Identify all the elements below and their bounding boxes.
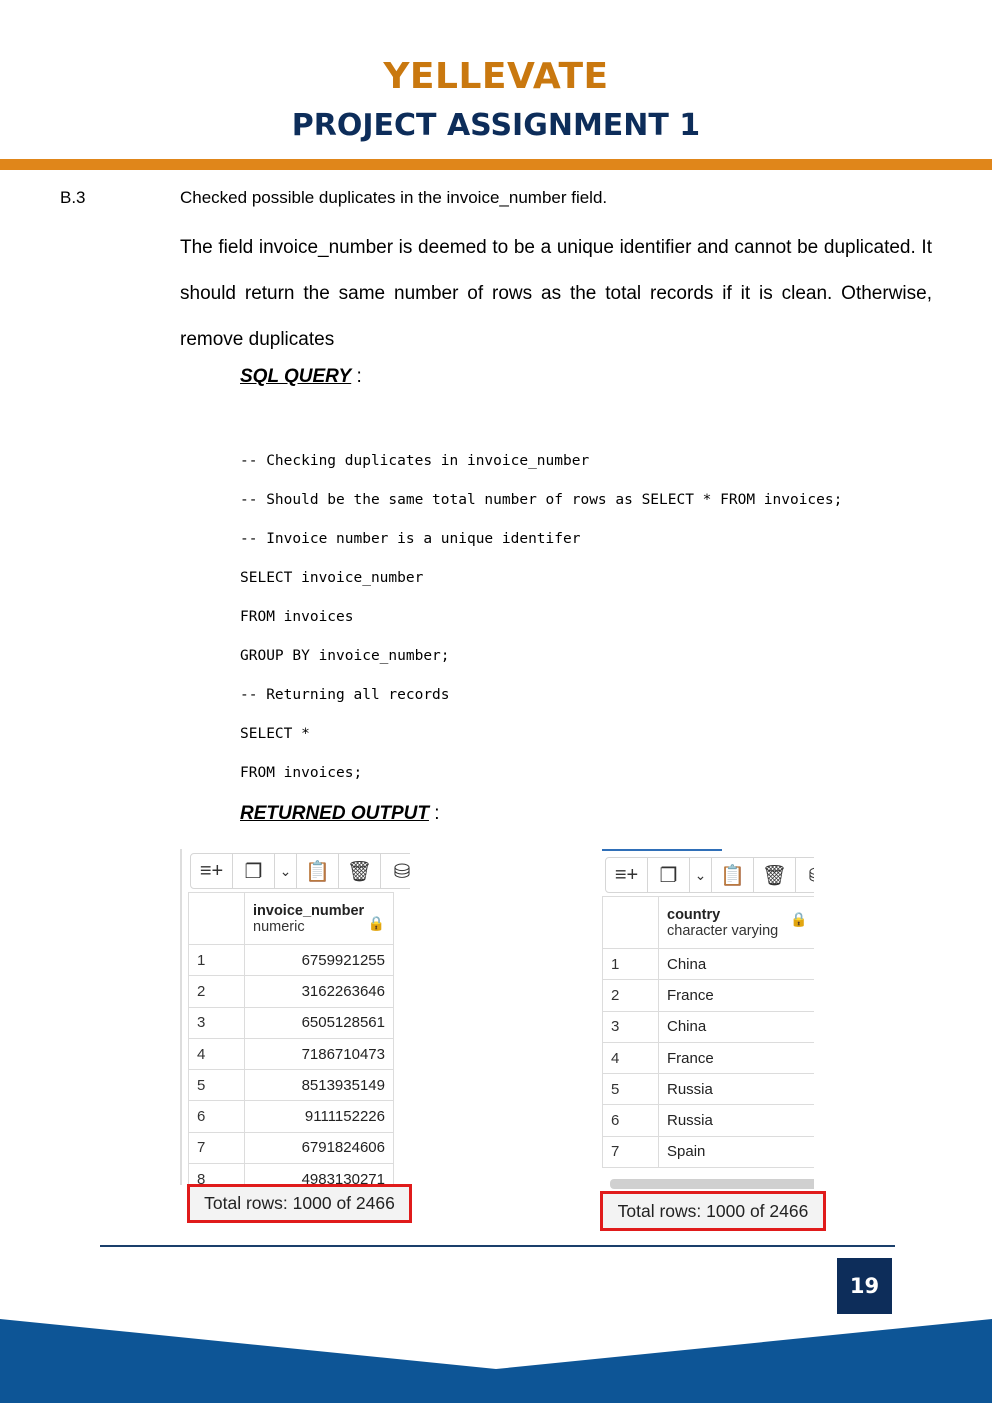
footer-divider (100, 1245, 895, 1247)
row-number: 2 (602, 979, 659, 1012)
row-number: 1 (188, 943, 245, 977)
table-row[interactable]: 5 8513935149 (188, 1069, 394, 1102)
result-toolbar: ≡+ ❐ ⌄ 📋 🗑 ⛁ (190, 853, 410, 889)
horizontal-scrollbar[interactable] (610, 1179, 814, 1189)
country-result-screenshot: ≡+ ❐ ⌄ 📋 🗑 ⛁ country character varying 1… (602, 849, 814, 1189)
paste-icon[interactable]: 📋 (297, 854, 339, 888)
table-row[interactable]: 1 China (602, 947, 814, 981)
invoice-number-cell[interactable]: 6791824606 (244, 1131, 394, 1165)
row-number: 6 (188, 1100, 245, 1133)
table-row[interactable]: 3 China (602, 1010, 814, 1043)
table-row[interactable]: 2 France (602, 979, 814, 1012)
row-number: 3 (188, 1006, 245, 1039)
table-row[interactable]: 7 6791824606 (188, 1131, 394, 1165)
sql-query-heading: SQL QUERY : (240, 366, 362, 387)
row-number: 2 (188, 975, 245, 1008)
country-cell[interactable]: France (658, 1041, 814, 1075)
table-row[interactable]: 4 France (602, 1041, 814, 1075)
table-row[interactable]: 7 Spain (602, 1135, 814, 1169)
invoice-number-cell[interactable]: 8513935149 (244, 1069, 394, 1102)
result-toolbar: ≡+ ❐ ⌄ 📋 🗑 ⛁ (605, 857, 814, 893)
row-number: 4 (188, 1037, 245, 1071)
invoice-number-cell[interactable]: 6759921255 (244, 943, 394, 977)
code-line: FROM invoices (240, 609, 354, 625)
country-cell[interactable]: China (658, 947, 814, 981)
copy-icon[interactable]: ❐ (233, 854, 275, 888)
country-grid: country character varying 1 China 2 France… (602, 896, 814, 1169)
row-number: 5 (188, 1069, 245, 1102)
document-subtitle: PROJECT ASSIGNMENT 1 (291, 108, 701, 143)
row-number-header (188, 892, 245, 945)
code-line: -- Invoice number is a unique identifer (240, 531, 581, 547)
country-cell[interactable]: France (658, 979, 814, 1012)
column-name: invoice_number (253, 902, 365, 919)
country-cell[interactable]: China (658, 1010, 814, 1043)
country-cell[interactable]: Russia (658, 1073, 814, 1106)
invoice-number-cell[interactable]: 7186710473 (244, 1037, 394, 1071)
returned-output-heading: RETURNED OUTPUT : (240, 803, 440, 824)
row-number: 6 (602, 1104, 659, 1137)
row-number: 1 (602, 947, 659, 981)
section-title: Checked possible duplicates in the invoi… (180, 188, 608, 207)
table-row[interactable]: 1 6759921255 (188, 943, 394, 977)
invoice-number-grid: invoice_number numeric 🔒 1 6759921255 2 31… (188, 892, 394, 1185)
table-row[interactable]: 6 Russia (602, 1104, 814, 1137)
code-line: -- Checking duplicates in invoice_number (240, 453, 590, 469)
copy-icon[interactable]: ❐ (648, 858, 690, 892)
row-number: 3 (602, 1010, 659, 1043)
header-divider (0, 159, 992, 170)
row-number-header (602, 896, 659, 949)
page-number: 19 (837, 1258, 892, 1314)
invoice-number-cell[interactable]: 4983130271 (244, 1163, 394, 1185)
column-header-invoice-number[interactable]: invoice_number numeric 🔒 (244, 892, 394, 945)
table-row[interactable]: 5 Russia (602, 1073, 814, 1106)
code-line: GROUP BY invoice_number; (240, 648, 450, 664)
invoice-number-cell[interactable]: 6505128561 (244, 1006, 394, 1039)
add-row-icon[interactable]: ≡+ (191, 854, 233, 888)
table-row[interactable]: 6 9111152226 (188, 1100, 394, 1133)
grid-header-row: invoice_number numeric 🔒 (188, 892, 394, 945)
database-icon[interactable]: ⛁ (381, 854, 410, 888)
delete-icon[interactable]: 🗑 (339, 854, 381, 888)
section-number: B.3 (60, 188, 86, 207)
country-cell[interactable]: Spain (658, 1135, 814, 1169)
add-row-icon[interactable]: ≡+ (606, 858, 648, 892)
lock-icon: 🔒 (790, 911, 808, 927)
chevron-down-icon[interactable]: ⌄ (690, 858, 712, 892)
row-number: 5 (602, 1073, 659, 1106)
sql-query-label: SQL QUERY (240, 366, 352, 387)
code-line: SELECT * (240, 726, 310, 742)
code-line: SELECT invoice_number (240, 570, 424, 586)
chevron-down-icon[interactable]: ⌄ (275, 854, 297, 888)
delete-icon[interactable]: 🗑 (754, 858, 796, 892)
row-number: 7 (602, 1135, 659, 1169)
invoice-number-result-screenshot: ≡+ ❐ ⌄ 📋 🗑 ⛁ invoice_number numeric 🔒 16… (180, 849, 410, 1185)
row-number: 7 (188, 1131, 245, 1165)
table-row[interactable]: 4 7186710473 (188, 1037, 394, 1071)
active-tab-indicator (602, 849, 722, 851)
paste-icon[interactable]: 📋 (712, 858, 754, 892)
row-number: 4 (602, 1041, 659, 1075)
section-paragraph: The field invoice_number is deemed to be… (180, 237, 932, 350)
table-row[interactable]: 2 3162263646 (188, 975, 394, 1008)
invoice-number-cell[interactable]: 3162263646 (244, 975, 394, 1008)
footer-wave (0, 1319, 992, 1403)
returned-output-label: RETURNED OUTPUT (240, 803, 429, 824)
total-rows-status: Total rows: 1000 of 2466 (187, 1184, 412, 1223)
column-type: numeric (253, 918, 305, 935)
table-row[interactable]: 8 4983130271 (188, 1163, 394, 1185)
code-line: -- Should be the same total number of ro… (240, 492, 843, 508)
lock-icon: 🔒 (367, 914, 385, 931)
brand-title: YELLEVATE (383, 56, 609, 97)
code-line: -- Returning all records (240, 687, 450, 703)
row-number: 8 (188, 1163, 245, 1185)
table-row[interactable]: 3 6505128561 (188, 1006, 394, 1039)
code-line: FROM invoices; (240, 765, 363, 781)
country-cell[interactable]: Russia (658, 1104, 814, 1137)
grid-header-row: country character varying (602, 896, 814, 949)
total-rows-status: Total rows: 1000 of 2466 (600, 1191, 826, 1231)
database-icon[interactable]: ⛁ (796, 858, 814, 892)
sql-code-block: -- Checking duplicates in invoice_number… (240, 403, 842, 832)
invoice-number-cell[interactable]: 9111152226 (244, 1100, 394, 1133)
